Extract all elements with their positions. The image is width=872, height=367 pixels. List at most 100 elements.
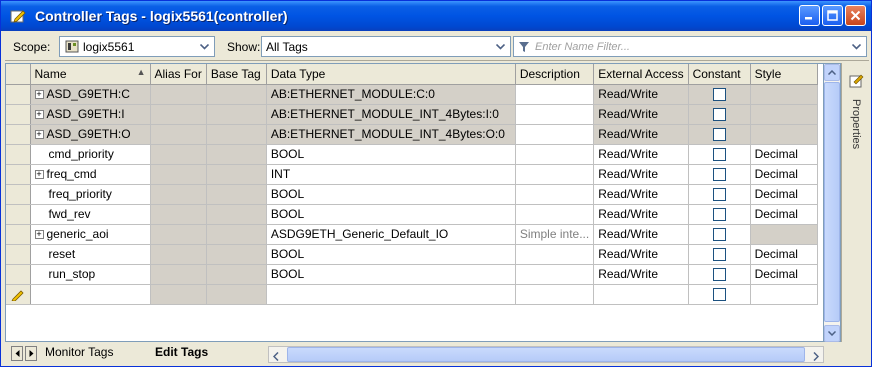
scroll-left-icon[interactable] [272, 350, 279, 364]
style-cell[interactable] [750, 124, 818, 145]
style-cell[interactable]: Decimal [750, 244, 818, 265]
show-select[interactable]: All Tags [261, 36, 511, 57]
style-cell[interactable] [750, 84, 818, 105]
constant-checkbox[interactable] [712, 287, 726, 301]
constant-checkbox[interactable] [712, 267, 726, 281]
new-tag-row[interactable] [6, 284, 818, 305]
external-access-cell[interactable]: Read/Write [593, 164, 689, 185]
alias-for-cell[interactable] [150, 244, 207, 265]
alias-for-cell[interactable] [150, 264, 207, 285]
tag-name-cell[interactable]: + ASD_G9ETH:O [30, 124, 151, 145]
column-header-base-tag[interactable]: Base Tag [206, 64, 267, 85]
constant-checkbox[interactable] [712, 167, 726, 181]
tag-name-cell[interactable]: run_stop [30, 264, 151, 285]
horizontal-scroll-thumb[interactable] [287, 347, 805, 362]
row-selector[interactable] [6, 184, 31, 205]
alias-for-cell[interactable] [150, 144, 207, 165]
expand-icon[interactable]: + [34, 230, 44, 240]
data-type-cell[interactable]: BOOL [266, 244, 516, 265]
description-cell[interactable] [515, 164, 595, 185]
style-cell[interactable]: Decimal [750, 264, 818, 285]
tag-name-cell[interactable]: + ASD_G9ETH:C [30, 84, 151, 105]
properties-panel[interactable]: Properties [841, 63, 869, 342]
tag-name-cell[interactable]: fwd_rev [30, 204, 151, 225]
alias-for-cell[interactable] [150, 104, 207, 125]
description-cell[interactable]: Simple inte... [515, 224, 595, 245]
external-access-cell[interactable]: Read/Write [593, 84, 689, 105]
alias-for-cell[interactable] [150, 204, 207, 225]
data-type-cell[interactable]: BOOL [266, 204, 516, 225]
style-cell[interactable] [750, 224, 818, 245]
data-type-cell[interactable]: AB:ETHERNET_MODULE_INT_4Bytes:O:0 [266, 124, 516, 145]
tag-name-cell[interactable]: freq_priority [30, 184, 151, 205]
title-bar[interactable]: Controller Tags - logix5561(controller) [1, 1, 871, 31]
external-access-cell[interactable]: Read/Write [593, 244, 689, 265]
tab-scroll-left-button[interactable] [11, 346, 23, 361]
style-cell[interactable]: Decimal [750, 184, 818, 205]
chevron-down-icon[interactable] [492, 38, 509, 55]
description-cell[interactable] [515, 264, 595, 285]
description-cell[interactable] [515, 124, 595, 145]
column-header-description[interactable]: Description [515, 64, 595, 85]
constant-checkbox[interactable] [712, 227, 726, 241]
description-cell[interactable] [515, 144, 595, 165]
close-button[interactable] [845, 5, 866, 26]
external-access-cell[interactable]: Read/Write [593, 104, 689, 125]
expand-icon[interactable]: + [34, 170, 44, 180]
constant-checkbox[interactable] [712, 107, 726, 121]
scroll-up-button[interactable] [824, 64, 840, 81]
description-cell[interactable] [515, 204, 595, 225]
row-selector[interactable] [6, 204, 31, 225]
column-header-constant[interactable]: Constant [688, 64, 751, 85]
minimize-button[interactable] [799, 5, 820, 26]
expand-icon[interactable]: + [34, 110, 44, 120]
maximize-button[interactable] [822, 5, 843, 26]
constant-checkbox[interactable] [712, 247, 726, 261]
external-access-cell[interactable]: Read/Write [593, 264, 689, 285]
scope-select[interactable]: logix5561 [59, 36, 215, 57]
tag-name-cell[interactable]: + ASD_G9ETH:I [30, 104, 151, 125]
constant-checkbox[interactable] [712, 87, 726, 101]
external-access-cell[interactable]: Read/Write [593, 144, 689, 165]
column-header-name[interactable]: Name ▲ [30, 64, 151, 85]
scroll-thumb[interactable] [824, 82, 840, 322]
base-tag-cell[interactable] [206, 104, 267, 125]
scroll-down-button[interactable] [824, 325, 840, 342]
style-cell[interactable] [750, 104, 818, 125]
row-selector[interactable] [6, 104, 31, 125]
base-tag-cell[interactable] [206, 244, 267, 265]
base-tag-cell[interactable] [206, 164, 267, 185]
row-selector[interactable] [6, 224, 31, 245]
vertical-scrollbar[interactable] [824, 63, 841, 342]
external-access-cell[interactable]: Read/Write [593, 224, 689, 245]
table-row[interactable]: + freq_cmd INT Read/Write Decimal [6, 164, 818, 185]
name-filter-input[interactable]: Enter Name Filter... [513, 36, 867, 57]
new-tag-cell[interactable] [688, 284, 751, 305]
data-type-cell[interactable]: BOOL [266, 144, 516, 165]
horizontal-scrollbar[interactable] [268, 346, 824, 363]
tag-name-cell[interactable]: + freq_cmd [30, 164, 151, 185]
data-type-cell[interactable]: BOOL [266, 184, 516, 205]
new-tag-cell[interactable] [266, 284, 516, 305]
tab-monitor-tags[interactable]: Monitor Tags [45, 345, 113, 359]
base-tag-cell[interactable] [206, 224, 267, 245]
data-type-cell[interactable]: ASDG9ETH_Generic_Default_IO [266, 224, 516, 245]
tag-name-cell[interactable]: reset [30, 244, 151, 265]
chevron-down-icon[interactable] [196, 38, 213, 55]
new-tag-cell[interactable] [206, 284, 267, 305]
alias-for-cell[interactable] [150, 124, 207, 145]
style-cell[interactable]: Decimal [750, 144, 818, 165]
base-tag-cell[interactable] [206, 184, 267, 205]
row-selector[interactable] [6, 284, 31, 305]
alias-for-cell[interactable] [150, 184, 207, 205]
constant-checkbox[interactable] [712, 207, 726, 221]
base-tag-cell[interactable] [206, 144, 267, 165]
scroll-right-icon[interactable] [813, 350, 820, 364]
new-tag-cell[interactable] [593, 284, 689, 305]
table-row[interactable]: + ASD_G9ETH:C AB:ETHERNET_MODULE:C:0 Read/W… [6, 84, 818, 105]
external-access-cell[interactable]: Read/Write [593, 204, 689, 225]
new-tag-cell[interactable] [750, 284, 818, 305]
data-type-cell[interactable]: BOOL [266, 264, 516, 285]
constant-checkbox[interactable] [712, 127, 726, 141]
data-type-cell[interactable]: INT [266, 164, 516, 185]
